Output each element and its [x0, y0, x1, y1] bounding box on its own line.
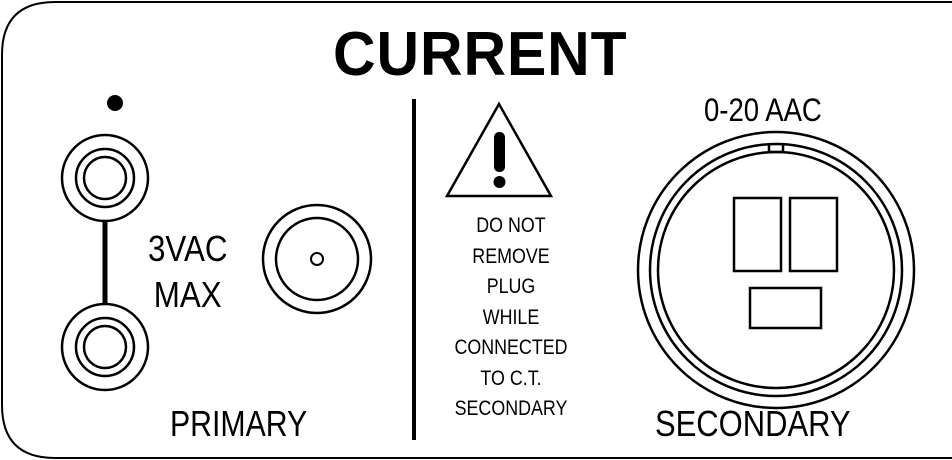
- warning-triangle-icon: [444, 101, 554, 198]
- primary-jack-top[interactable]: [60, 133, 150, 223]
- primary-jack-bottom[interactable]: [60, 302, 150, 392]
- voltage-rating-line: 3VAC: [148, 228, 228, 269]
- ct-connector-icon[interactable]: [636, 130, 916, 410]
- voltage-rating: 3VAC MAX: [148, 226, 227, 318]
- secondary-label: SECONDARY: [655, 403, 851, 444]
- ct-pin-right: [788, 196, 839, 273]
- secondary-range-label: 0-20 AAC: [704, 92, 822, 128]
- panel-title: CURRENT: [333, 20, 628, 89]
- warning-line: SECONDARY: [454, 397, 568, 420]
- warning-text: DO NOT REMOVE PLUG WHILE CONNECTED TO C.…: [447, 211, 575, 425]
- current-panel: CURRENT 0-20 AAC 3VAC MAX DO NOT REMOVE …: [0, 0, 952, 460]
- voltage-rating-line: MAX: [153, 274, 222, 315]
- warning-line: PLUG: [486, 275, 536, 298]
- warning-line: TO C.T.: [480, 366, 542, 390]
- ct-pin-bottom: [748, 286, 823, 330]
- primary-label: PRIMARY: [170, 403, 308, 444]
- warning-line: CONNECTED: [454, 336, 568, 359]
- warning-line: DO NOT: [476, 214, 546, 237]
- bnc-connector-icon[interactable]: [261, 203, 373, 315]
- warning-line: REMOVE: [472, 244, 550, 268]
- ct-pin-left: [732, 196, 783, 273]
- polarity-dot-icon: [107, 95, 123, 111]
- warning-line: WHILE: [482, 305, 540, 329]
